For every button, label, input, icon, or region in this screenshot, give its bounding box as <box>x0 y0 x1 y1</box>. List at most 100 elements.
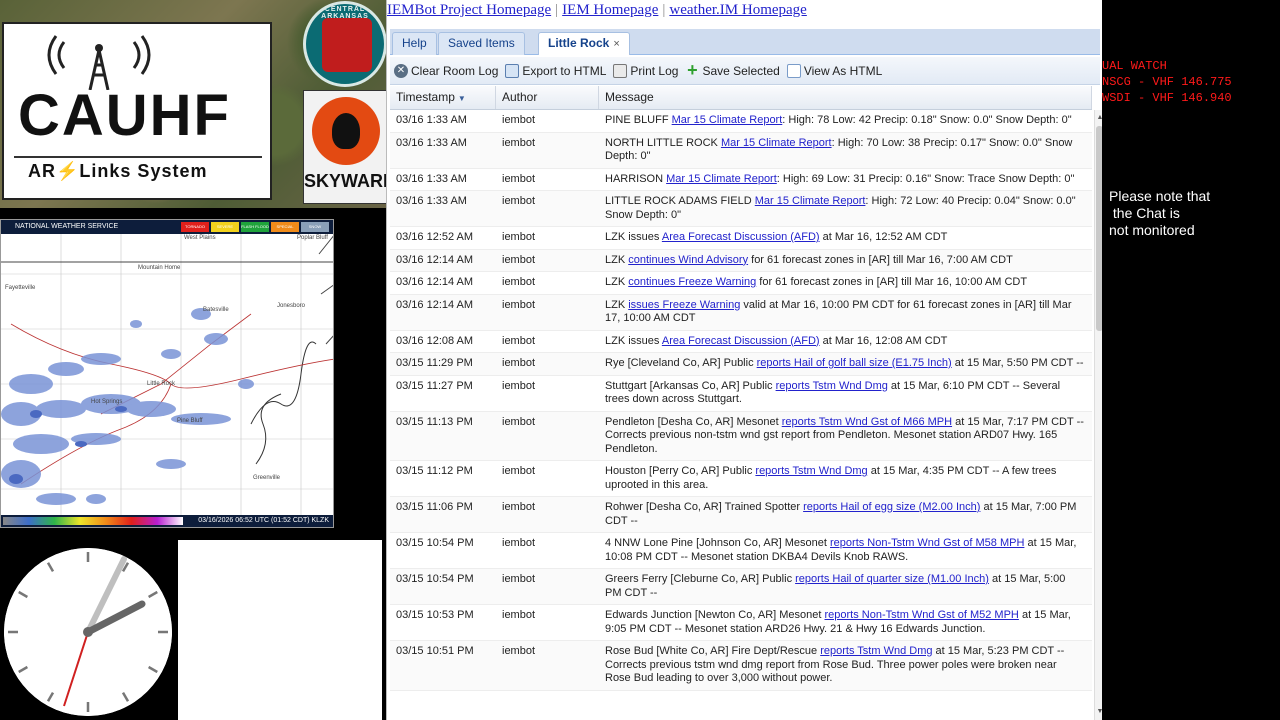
table-row[interactable]: 03/16 12:08 AM iembot LZK issues Area Fore… <box>390 331 1092 353</box>
analog-clock <box>4 548 172 716</box>
row-message: Rohwer [Desha Co, AR] Trained Spotter re… <box>599 501 1092 528</box>
table-row[interactable]: 03/15 10:54 PM iembot Greers Ferry [Clebur… <box>390 569 1092 605</box>
scroll-down-icon[interactable]: ▼ <box>1096 708 1102 716</box>
row-message-link[interactable]: reports Tstm Wnd Gst of M66 MPH <box>782 416 952 428</box>
row-timestamp: 03/15 11:29 PM <box>396 357 473 369</box>
table-row[interactable]: 03/15 10:53 PM iembot Edwards Junction [Ne… <box>390 605 1092 641</box>
table-row[interactable]: 03/16 1:33 AM iembot LITTLE ROCK ADAMS FIE… <box>390 191 1092 227</box>
radar-map: NATIONAL WEATHER SERVICE TORNADOSEVERE T… <box>0 219 334 528</box>
link-iembot-project[interactable]: IEMBot Project Homepage <box>387 2 551 18</box>
row-message: LZK issues Freeze Warning valid at Mar 1… <box>599 299 1092 326</box>
column-message[interactable]: Message <box>599 86 1092 109</box>
column-author[interactable]: Author <box>496 86 599 109</box>
link-iem-homepage[interactable]: IEM Homepage <box>562 2 658 18</box>
row-message-link[interactable]: reports Tstm Wnd Dmg <box>755 465 867 477</box>
homepage-links: IEMBot Project Homepage | IEM Homepage | wea… <box>387 0 1102 24</box>
row-timestamp: 03/16 12:52 AM <box>396 231 474 243</box>
row-message-link[interactable]: issues Freeze Warning <box>628 299 740 311</box>
row-message-link[interactable]: reports Hail of quarter size (M1.00 Inch… <box>795 573 989 585</box>
view-as-html-button[interactable]: View As HTML <box>786 60 883 82</box>
table-row[interactable]: 03/16 1:33 AM iembot PINE BLUFF Mar 15 Cli… <box>390 110 1092 133</box>
row-message-link[interactable]: Mar 15 Climate Report <box>672 114 783 126</box>
row-message: Greers Ferry [Cleburne Co, AR] Public re… <box>599 573 1092 600</box>
radar-intensity-scale <box>3 517 183 525</box>
link-weatherim-homepage[interactable]: weather.IM Homepage <box>669 2 806 18</box>
tab-little-rock-label: Little Rock <box>548 36 610 50</box>
row-message-link[interactable]: Mar 15 Climate Report <box>666 173 777 185</box>
row-author: iembot <box>502 114 536 126</box>
close-icon[interactable]: × <box>613 38 619 50</box>
row-timestamp: 03/15 10:54 PM <box>396 537 474 549</box>
row-message-link[interactable]: Area Forecast Discussion (AFD) <box>662 231 820 243</box>
row-message: HARRISON Mar 15 Climate Report: High: 69… <box>599 173 1092 187</box>
row-message-link[interactable]: reports Tstm Wnd Dmg <box>776 380 888 392</box>
row-author: iembot <box>502 136 536 149</box>
row-message-text: : High: 69 Low: 31 Precip: 0.16" Snow: T… <box>776 172 1075 185</box>
tab-help[interactable]: Help <box>392 32 437 55</box>
row-message-link[interactable]: reports Non-Tstm Wnd Gst of M52 MPH <box>825 609 1019 621</box>
row-message-link[interactable]: Area Forecast Discussion (AFD) <box>662 335 820 347</box>
row-message-link[interactable]: continues Freeze Warning <box>628 276 756 288</box>
row-message: Rose Bud [White Co, AR] Fire Dept/Rescue… <box>599 645 1092 686</box>
row-message-text: Houston [Perry Co, AR] Public <box>605 465 756 477</box>
row-message-text: at 15 Mar, 5:50 PM CDT -- <box>951 357 1084 369</box>
cauhf-subtitle: AR⚡Links System <box>28 161 207 182</box>
row-timestamp: 03/15 11:06 PM <box>396 501 473 513</box>
radar-label-little-rock: Little Rock <box>147 381 176 387</box>
row-timestamp: 03/15 11:12 PM <box>396 465 473 477</box>
row-message: Stuttgart [Arkansas Co, AR] Public repor… <box>599 380 1092 407</box>
row-timestamp: 03/16 12:14 AM <box>396 298 474 311</box>
row-message-text: at Mar 16, 12:52 AM CDT <box>819 231 948 243</box>
grid-scrollbar[interactable]: ▲ ▼ <box>1094 110 1102 720</box>
clock-panel <box>0 540 178 720</box>
row-message-link[interactable]: Mar 15 Climate Report <box>721 137 832 149</box>
table-row[interactable]: 03/16 12:14 AM iembot LZK continues Wind A… <box>390 249 1092 272</box>
row-timestamp: 03/15 10:53 PM <box>396 609 474 621</box>
clear-room-log-button[interactable]: ✕ Clear Room Log <box>394 60 498 82</box>
row-message: PINE BLUFF Mar 15 Climate Report: High: … <box>599 114 1092 128</box>
radar-label-hot-springs: Hot Springs <box>91 399 122 405</box>
row-message-link[interactable]: reports Tstm Wnd Dmg <box>820 645 932 657</box>
print-icon <box>613 63 628 78</box>
table-row[interactable]: 03/15 10:54 PM iembot 4 NNW Lone Pine [Joh… <box>390 533 1092 569</box>
row-message: Pendleton [Desha Co, AR] Mesonet reports… <box>599 416 1092 457</box>
seal-emblem-icon <box>322 18 372 72</box>
table-row[interactable]: 03/16 1:33 AM iembot NORTH LITTLE ROCK Mar… <box>390 132 1092 169</box>
table-row[interactable]: 03/15 11:29 PM iembot Rye [Cleveland Co, A… <box>390 353 1092 376</box>
column-timestamp-label: Timestamp <box>396 90 455 104</box>
row-message: Houston [Perry Co, AR] Public reports Ts… <box>599 465 1092 492</box>
save-selected-button[interactable]: + Save Selected <box>685 60 780 82</box>
print-log-button[interactable]: Print Log <box>613 60 678 82</box>
radar-label-west-plains: West Plains <box>184 235 216 241</box>
link-separator: | <box>662 2 666 18</box>
scroll-thumb[interactable] <box>1096 126 1102 331</box>
radar-label-batesville: Batesville <box>203 307 229 313</box>
table-row[interactable]: 03/16 12:14 AM iembot LZK continues Freeze… <box>390 272 1092 295</box>
table-row[interactable]: 03/15 11:27 PM iembot Stuttgart [Arkansas … <box>390 376 1092 412</box>
grid-rows: 03/16 1:33 AM iembot PINE BLUFF Mar 15 Cli… <box>390 110 1092 720</box>
print-log-label: Print Log <box>630 63 679 78</box>
export-html-button[interactable]: Export to HTML <box>505 60 606 82</box>
table-row[interactable]: 03/16 1:33 AM iembot HARRISON Mar 15 Clima… <box>390 169 1092 191</box>
row-timestamp: 03/16 12:14 AM <box>396 276 474 288</box>
row-author: iembot <box>502 276 536 288</box>
tab-saved-items[interactable]: Saved Items <box>438 32 525 55</box>
table-row[interactable]: 03/15 11:13 PM iembot Pendleton [Desha Co,… <box>390 411 1092 461</box>
row-message-link[interactable]: continues Wind Advisory <box>628 254 748 266</box>
row-message-link[interactable]: reports Hail of egg size (M2.00 Inch) <box>803 501 980 513</box>
row-message-link[interactable]: reports Non-Tstm Wnd Gst of M58 MPH <box>830 537 1024 549</box>
link-separator: | <box>555 2 559 18</box>
table-row[interactable]: 03/15 11:12 PM iembot Houston [Perry Co, A… <box>390 461 1092 497</box>
view-as-html-label: View As HTML <box>803 63 883 78</box>
row-message-link[interactable]: reports Hail of golf ball size (E1.75 In… <box>757 357 952 369</box>
table-row[interactable]: 03/16 12:14 AM iembot LZK issues Freeze Wa… <box>390 294 1092 331</box>
row-message-link[interactable]: Mar 15 Climate Report <box>755 195 866 207</box>
table-row[interactable]: 03/16 12:52 AM iembot LZK issues Area Fore… <box>390 227 1092 250</box>
table-row[interactable]: 03/15 11:06 PM iembot Rohwer [Desha Co, AR… <box>390 497 1092 533</box>
table-row[interactable]: 03/15 10:51 PM iembot Rose Bud [White Co, … <box>390 641 1092 691</box>
tab-little-rock[interactable]: Little Rock × <box>538 32 630 55</box>
column-timestamp[interactable]: Timestamp ▼ <box>390 86 496 109</box>
row-message: LZK issues Area Forecast Discussion (AFD… <box>599 335 1092 349</box>
cauhf-logo: CAUHF AR⚡Links System <box>2 22 272 200</box>
scroll-up-icon[interactable]: ▲ <box>1096 114 1102 122</box>
